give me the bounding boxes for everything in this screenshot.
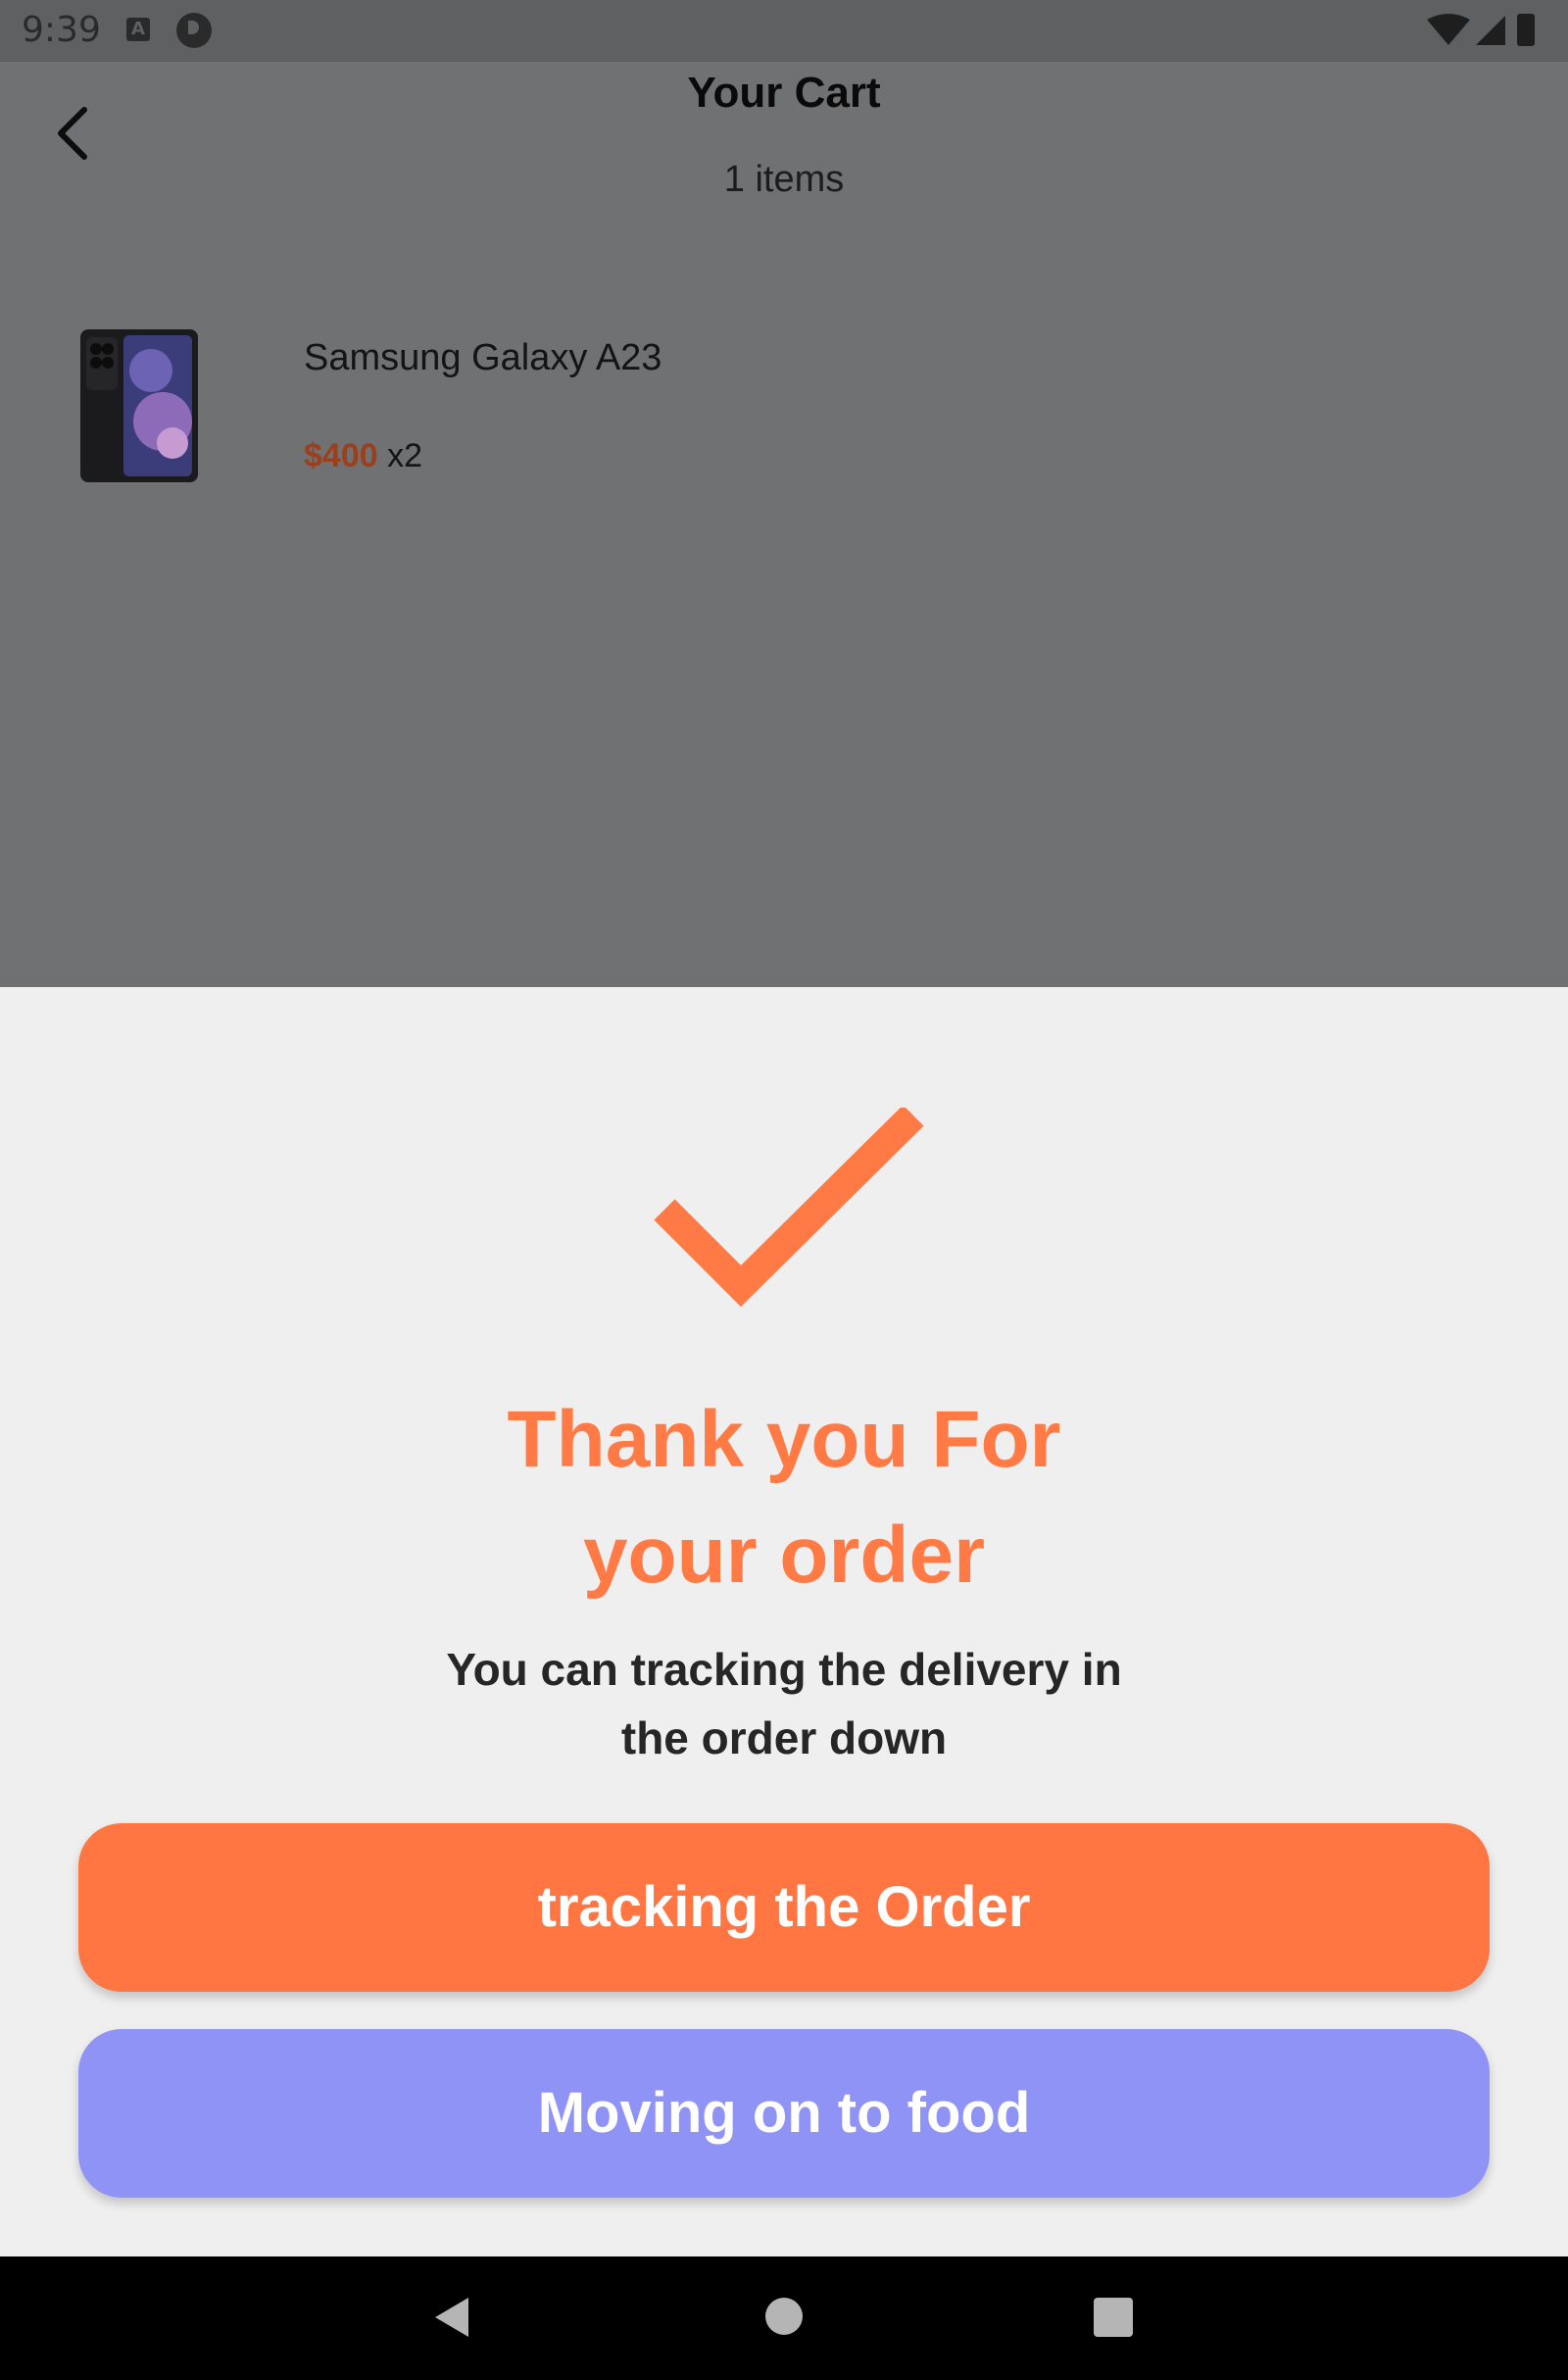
confirmation-subtitle-line1: You can tracking the delivery in — [446, 1644, 1122, 1695]
product-name: Samsung Galaxy A23 — [304, 337, 662, 378]
confirmation-title-line2: your order — [582, 1511, 986, 1600]
p-circle-icon — [176, 13, 212, 48]
page-title: Your Cart — [687, 69, 881, 117]
a-badge-icon: A — [126, 18, 150, 41]
nav-recents-icon[interactable] — [1094, 2298, 1133, 2337]
wifi-icon — [1427, 14, 1470, 45]
cart-item-count: 1 items — [723, 159, 845, 200]
confirmation-subtitle-line2: the order down — [620, 1712, 948, 1763]
signal-icon — [1476, 16, 1505, 45]
battery-icon — [1517, 14, 1535, 46]
product-price: $400 — [304, 437, 378, 474]
checkmark-icon — [654, 1108, 924, 1308]
product-quantity: x2 — [387, 437, 423, 474]
confirmation-title: Thank you For your order — [294, 1382, 1274, 1613]
status-bar: 9:39 A — [0, 0, 1568, 62]
nav-home-icon[interactable] — [765, 2298, 803, 2335]
status-time: 9:39 — [22, 10, 101, 50]
product-image[interactable] — [78, 327, 200, 484]
product-price-row: $400 x2 — [304, 437, 422, 475]
moving-on-to-food-button[interactable]: Moving on to food — [78, 2029, 1490, 2198]
track-order-button[interactable]: tracking the Order — [78, 1823, 1490, 1992]
confirmation-subtitle: You can tracking the delivery in the ord… — [343, 1635, 1225, 1772]
nav-back-icon[interactable] — [431, 2296, 474, 2339]
confirmation-title-line1: Thank you For — [507, 1395, 1061, 1484]
status-icons — [1427, 14, 1535, 46]
